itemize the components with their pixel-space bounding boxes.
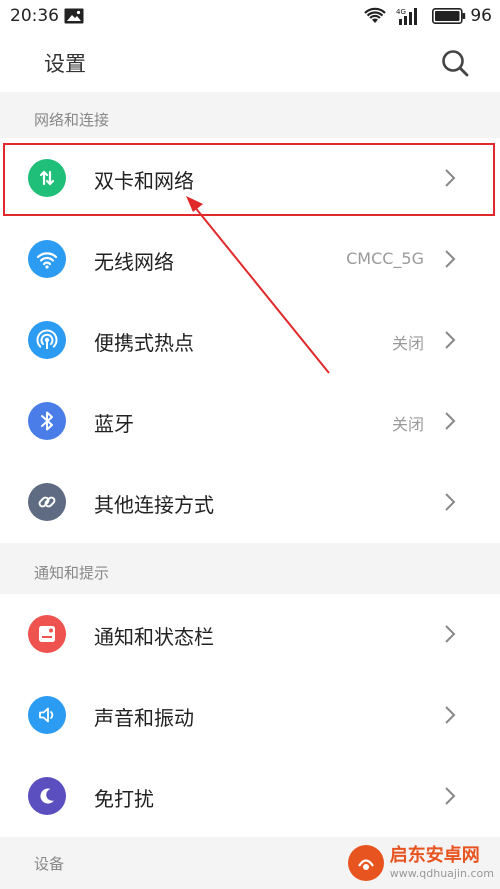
- settings-item-value: CMCC_5G: [346, 249, 424, 268]
- settings-item-label: 通知和状态栏: [94, 625, 214, 649]
- sound-icon: [28, 696, 66, 734]
- chevron-right-icon: [445, 250, 456, 268]
- bluetooth-icon: [28, 402, 66, 440]
- moon-icon: [28, 777, 66, 815]
- section-label-device: 设备: [34, 855, 65, 873]
- notification-icon: [28, 615, 66, 653]
- settings-item-wifi[interactable]: 无线网络 CMCC_5G: [0, 219, 500, 300]
- settings-item-notification-bar[interactable]: 通知和状态栏: [0, 594, 500, 675]
- section-label-notifications: 通知和提示: [34, 564, 110, 582]
- settings-item-label: 双卡和网络: [94, 169, 194, 193]
- settings-item-label: 便携式热点: [94, 331, 194, 355]
- notification-settings-group: 通知和状态栏 声音和振动 免打扰: [0, 594, 500, 837]
- app-header: 设置: [0, 34, 500, 92]
- settings-item-label: 蓝牙: [94, 412, 134, 436]
- settings-item-hotspot[interactable]: 便携式热点 关闭: [0, 300, 500, 381]
- network-type-badge: 4G: [396, 8, 406, 16]
- settings-item-label: 免打扰: [94, 787, 154, 811]
- settings-item-dual-sim[interactable]: 双卡和网络: [0, 138, 500, 219]
- link-icon: [28, 483, 66, 521]
- settings-item-other-connections[interactable]: 其他连接方式: [0, 462, 500, 543]
- battery-icon: [432, 8, 466, 24]
- settings-item-label: 无线网络: [94, 250, 174, 274]
- settings-item-bluetooth[interactable]: 蓝牙 关闭: [0, 381, 500, 462]
- chevron-right-icon: [445, 706, 456, 724]
- hotspot-icon: [28, 321, 66, 359]
- dual-sim-icon: [28, 159, 66, 197]
- watermark-logo-icon: [347, 845, 384, 881]
- chevron-right-icon: [445, 625, 456, 643]
- network-settings-group: 双卡和网络 无线网络 CMCC_5G 便携式热点 关闭 蓝牙 关闭 其他连接方式: [0, 138, 500, 543]
- search-icon[interactable]: [440, 48, 470, 78]
- settings-item-label: 其他连接方式: [94, 493, 214, 517]
- status-time: 20:36: [10, 6, 59, 26]
- chevron-right-icon: [445, 412, 456, 430]
- settings-item-value: 关闭: [391, 415, 424, 434]
- page-title: 设置: [44, 52, 86, 76]
- cellular-signal-icon: 4G: [396, 8, 418, 25]
- watermark-title: 启东安卓网: [389, 845, 480, 866]
- site-watermark: 启东安卓网 www.qdhuajin.com: [347, 845, 494, 881]
- section-label-network: 网络和连接: [34, 111, 110, 129]
- image-notification-icon: [64, 8, 84, 24]
- chevron-right-icon: [445, 493, 456, 511]
- settings-item-value: 关闭: [391, 334, 424, 353]
- chevron-right-icon: [445, 169, 456, 187]
- wifi-icon: [28, 240, 66, 278]
- chevron-right-icon: [445, 331, 456, 349]
- settings-item-label: 声音和振动: [94, 706, 194, 730]
- wifi-status-icon: [364, 7, 387, 23]
- settings-item-sound-vibration[interactable]: 声音和振动: [0, 675, 500, 756]
- watermark-url: www.qdhuajin.com: [389, 867, 494, 880]
- status-bar: 20:36 4G 96: [0, 0, 500, 34]
- settings-item-do-not-disturb[interactable]: 免打扰: [0, 756, 500, 837]
- battery-level: 96: [470, 6, 492, 26]
- chevron-right-icon: [445, 787, 456, 805]
